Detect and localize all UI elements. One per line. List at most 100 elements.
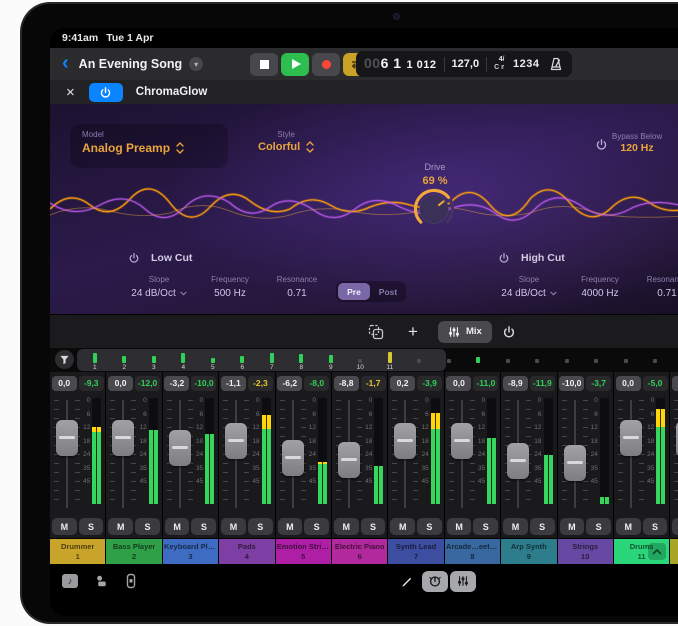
song-title[interactable]: An Evening Song — [79, 57, 182, 71]
mute-button[interactable]: M — [165, 518, 190, 535]
volume-fader[interactable] — [169, 430, 191, 466]
volume-fader[interactable] — [56, 420, 78, 456]
paste-icon[interactable] — [368, 324, 384, 340]
fader-icon[interactable] — [125, 573, 137, 589]
frequency-control[interactable]: Frequency 500 Hz — [202, 274, 258, 301]
mute-button[interactable]: M — [52, 518, 77, 535]
mute-button[interactable]: M — [334, 518, 359, 535]
record-button[interactable] — [312, 53, 340, 76]
level-control[interactable]: Level 0.0 — [672, 132, 678, 156]
overview-track[interactable]: 6 — [228, 349, 258, 372]
count-in-button[interactable]: 1234 — [513, 58, 539, 70]
add-track-button[interactable]: + — [408, 322, 418, 342]
solo-button[interactable]: S — [191, 518, 216, 535]
track-name-tile[interactable]: Electric Piano 6 — [332, 539, 387, 564]
track-name-tile[interactable]: Drums 11 — [614, 539, 669, 564]
overview-track[interactable] — [670, 349, 678, 372]
play-button[interactable] — [281, 53, 309, 76]
bypass-below-control[interactable]: Bypass Below 120 Hz — [608, 132, 666, 156]
low-cut-power-icon[interactable] — [128, 252, 140, 264]
volume-fader[interactable] — [282, 440, 304, 476]
solo-button[interactable]: S — [135, 518, 160, 535]
solo-button[interactable]: S — [473, 518, 498, 535]
overview-track[interactable]: 10 — [346, 349, 376, 372]
song-menu-chevron-icon[interactable]: ▾ — [189, 57, 203, 71]
track-name-tile[interactable]: Pads 4 — [219, 539, 274, 564]
mute-button[interactable]: M — [108, 518, 133, 535]
solo-button[interactable]: S — [79, 518, 104, 535]
solo-button[interactable]: S — [530, 518, 555, 535]
drive-knob[interactable] — [411, 186, 457, 232]
stop-button[interactable] — [250, 53, 278, 76]
track-name-tile[interactable]: Emotion Strings 5 — [276, 539, 331, 564]
overview-track[interactable] — [493, 349, 523, 372]
volume-fader[interactable] — [564, 445, 586, 481]
track-name-tile[interactable]: Arp Synth 9 — [501, 539, 556, 564]
track-name-tile[interactable]: Synth Lead 7 — [388, 539, 443, 564]
style-selector[interactable]: Style Colorful — [258, 130, 314, 153]
overview-track[interactable]: 1 — [80, 349, 110, 372]
track-name-tile[interactable]: Bass Player 2 — [106, 539, 161, 564]
overview-track[interactable] — [434, 349, 464, 372]
mixer-power-button[interactable] — [502, 325, 516, 339]
overview-track[interactable] — [611, 349, 641, 372]
volume-fader[interactable] — [507, 443, 529, 479]
overview-track[interactable]: 7 — [257, 349, 287, 372]
mute-button[interactable]: M — [503, 518, 528, 535]
mute-button[interactable]: M — [560, 518, 585, 535]
pre-button[interactable]: Pre — [338, 283, 370, 300]
mute-button[interactable]: M — [278, 518, 303, 535]
bypass-power-icon[interactable] — [595, 138, 608, 151]
loop-browser-icon[interactable]: ♪ — [62, 574, 78, 588]
overview-track[interactable]: 9 — [316, 349, 346, 372]
overview-track[interactable]: 4 — [169, 349, 199, 372]
volume-fader[interactable] — [338, 442, 360, 478]
track-name-tile[interactable]: Chorus V 12 — [670, 539, 678, 564]
resonance-control[interactable]: Resonance 0.71 — [640, 274, 678, 301]
volume-fader[interactable] — [394, 423, 416, 459]
collapse-track-button[interactable] — [648, 543, 666, 560]
back-button[interactable]: ‹ — [62, 53, 69, 76]
track-name-tile[interactable]: Arcade…eet Pad 8 — [445, 539, 500, 564]
resonance-control[interactable]: Resonance 0.71 — [270, 274, 324, 301]
mute-button[interactable]: M — [390, 518, 415, 535]
filter-tracks-button[interactable] — [55, 350, 74, 369]
solo-button[interactable]: S — [248, 518, 273, 535]
overview-track[interactable]: 3 — [139, 349, 169, 372]
volume-fader[interactable] — [620, 420, 642, 456]
solo-button[interactable]: S — [361, 518, 386, 535]
plugin-power-button[interactable] — [89, 83, 123, 102]
overview-track[interactable]: 5 — [198, 349, 228, 372]
mute-button[interactable]: M — [447, 518, 472, 535]
volume-fader[interactable] — [112, 420, 134, 456]
overview-track[interactable] — [641, 349, 671, 372]
volume-fader[interactable] — [451, 423, 473, 459]
solo-button[interactable]: S — [643, 518, 668, 535]
high-cut-power-icon[interactable] — [498, 252, 510, 264]
post-button[interactable]: Post — [372, 283, 404, 300]
mute-button[interactable]: M — [221, 518, 246, 535]
mixer-view-button[interactable] — [450, 571, 476, 592]
overview-track[interactable]: 8 — [287, 349, 317, 372]
mute-button[interactable]: M — [672, 518, 678, 535]
solo-button[interactable]: S — [304, 518, 329, 535]
controls-view-button[interactable] — [422, 571, 448, 592]
slope-control[interactable]: Slope 24 dB/Oct — [498, 274, 560, 301]
pencil-edit-icon[interactable] — [400, 574, 414, 588]
track-name-tile[interactable]: Strings 10 — [558, 539, 613, 564]
solo-button[interactable]: S — [586, 518, 611, 535]
overview-track[interactable] — [582, 349, 612, 372]
mute-button[interactable]: M — [616, 518, 641, 535]
overview-track[interactable]: 11 — [375, 349, 405, 372]
slope-control[interactable]: Slope 24 dB/Oct — [128, 274, 190, 301]
overview-track[interactable] — [405, 349, 435, 372]
overview-track[interactable]: 2 — [110, 349, 140, 372]
track-name-tile[interactable]: Keyboard Player 3 — [163, 539, 218, 564]
metronome-icon[interactable] — [549, 57, 563, 71]
volume-fader[interactable] — [225, 423, 247, 459]
overview-track[interactable] — [464, 349, 494, 372]
frequency-control[interactable]: Frequency 4000 Hz — [572, 274, 628, 301]
overview-track[interactable] — [552, 349, 582, 372]
close-plugin-icon[interactable]: × — [66, 85, 75, 100]
plugins-icon[interactable] — [94, 574, 109, 589]
